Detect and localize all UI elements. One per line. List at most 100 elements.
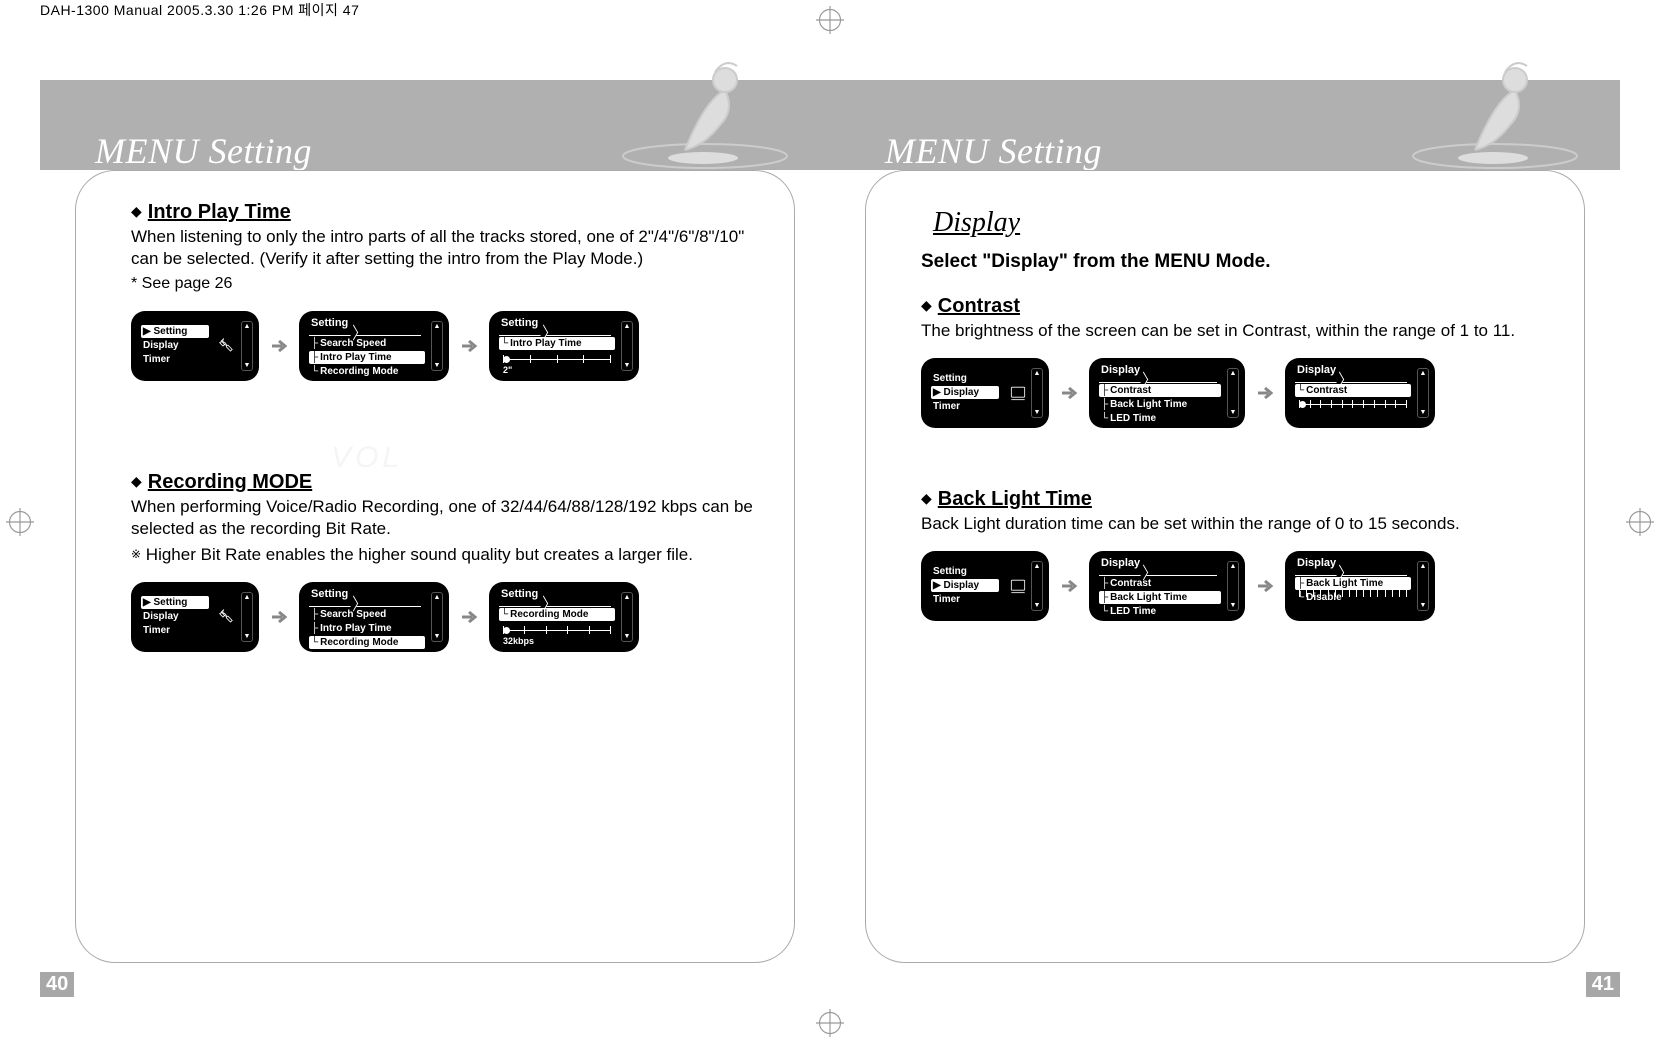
scrollbar: ▲▼ [241, 592, 253, 642]
mascot-illustration [615, 58, 795, 173]
scrollbar: ▲▼ [1227, 561, 1239, 611]
mascot-illustration [1405, 58, 1585, 173]
section-intro-play-time: ◆ Intro Play Time When listening to only… [131, 201, 754, 381]
menu-item: Timer [933, 594, 960, 605]
screen-tab: Display [1295, 557, 1340, 570]
vol-watermark: VOL [331, 441, 403, 475]
section-backlight-time: ◆ Back Light Time Back Light duration ti… [921, 488, 1544, 621]
content-panel: Display Select "Display" from the MENU M… [865, 170, 1585, 963]
page-number: 41 [1586, 972, 1620, 997]
section-recording-mode: ◆ Recording MODE When performing Voice/R… [131, 471, 754, 652]
screen-row-contrast: Setting ▶ Display Timer ▲▼ Displa [921, 358, 1544, 428]
arrow-right-icon [1255, 383, 1275, 403]
diamond-bullet-icon: ◆ [131, 203, 142, 220]
screen-tab: Display [1099, 557, 1144, 570]
page-left: MENU Setting ◆ Intro Play Time When list… [40, 40, 830, 1003]
scrollbar: ▲▼ [621, 321, 633, 371]
scrollbar: ▲▼ [431, 321, 443, 371]
menu-item: Back Light Time [1110, 592, 1187, 603]
scrollbar: ▲▼ [1031, 368, 1043, 418]
arrow-right-icon [1059, 383, 1079, 403]
subsection-title: Display [933, 207, 1544, 239]
wrench-icon [215, 326, 241, 366]
page-spread: MENU Setting ◆ Intro Play Time When list… [40, 40, 1620, 1003]
screen-tab: Setting [309, 588, 352, 601]
section-title: Intro Play Time [148, 201, 291, 224]
menu-item: Search Speed [320, 609, 386, 620]
note-marker-icon: ※ [131, 547, 141, 561]
arrow-right-icon [459, 336, 479, 356]
scrollbar: ▲▼ [1031, 561, 1043, 611]
section-body: When listening to only the intro parts o… [131, 226, 754, 270]
scrollbar: ▲▼ [431, 592, 443, 642]
section-body: When performing Voice/Radio Recording, o… [131, 496, 754, 540]
crop-mark-right [1620, 502, 1660, 542]
menu-item: Setting [933, 566, 967, 577]
menu-item: Display [143, 611, 179, 622]
instruction-text: Select "Display" from the MENU Mode. [921, 251, 1544, 273]
section-tip: ※ Higher Bit Rate enables the higher sou… [131, 544, 754, 566]
scrollbar: ▲▼ [241, 321, 253, 371]
menu-item: Search Speed [320, 338, 386, 349]
menu-item: Display [143, 340, 179, 351]
diamond-bullet-icon: ◆ [921, 297, 932, 314]
menu-item: Contrast [1110, 578, 1151, 589]
scrollbar: ▲▼ [1417, 561, 1429, 611]
device-screen: Setting Search Speed Intro Play Time Rec… [299, 582, 449, 652]
page-title: MENU Setting [95, 130, 312, 172]
menu-item: ▶ Setting [143, 597, 187, 608]
crop-mark-top [810, 0, 850, 40]
scrollbar: ▲▼ [1417, 368, 1429, 418]
menu-item: Timer [933, 401, 960, 412]
device-screen: Display Back Light Time Disable ▲▼ [1285, 551, 1435, 621]
menu-item: LED Time [1110, 413, 1156, 424]
menu-item: Recording Mode [320, 637, 398, 648]
screen-tab: Display [1099, 364, 1144, 377]
diamond-bullet-icon: ◆ [921, 490, 932, 507]
menu-item: ▶ Setting [143, 326, 187, 337]
menu-item: Back Light Time [1306, 578, 1383, 589]
menu-item: Timer [143, 354, 170, 365]
crop-mark-bottom [810, 1003, 850, 1043]
device-screen: Display Contrast Back Light Time LED Tim… [1089, 358, 1245, 428]
device-screen: Setting Recording Mode 32kbps ▲▼ [489, 582, 639, 652]
device-screen: Display Contrast Back Light Time LED Tim… [1089, 551, 1245, 621]
screen-row-backlight: Setting ▶ Display Timer ▲▼ Displa [921, 551, 1544, 621]
crop-mark-left [0, 502, 40, 542]
section-title: Recording MODE [148, 471, 312, 494]
screen-tab: Setting [499, 588, 542, 601]
section-contrast: ◆ Contrast The brightness of the screen … [921, 295, 1544, 428]
slider-value: 32kbps [503, 636, 534, 646]
diamond-bullet-icon: ◆ [131, 473, 142, 490]
device-screen: ▶ Setting Display Timer ▲▼ [131, 582, 259, 652]
section-note: * See page 26 [131, 274, 754, 295]
screen-tab: Setting [499, 317, 542, 330]
menu-item: LED Time [1110, 606, 1156, 617]
device-screen: Setting ▶ Display Timer ▲▼ [921, 358, 1049, 428]
arrow-right-icon [269, 607, 289, 627]
section-title: Contrast [938, 295, 1020, 318]
slider-value: 2" [503, 365, 512, 375]
content-panel: ◆ Intro Play Time When listening to only… [75, 170, 795, 963]
display-icon [1005, 566, 1031, 606]
section-title: Back Light Time [938, 488, 1092, 511]
scrollbar: ▲▼ [1227, 368, 1239, 418]
menu-item: Intro Play Time [510, 338, 582, 349]
screen-tab: Display [1295, 364, 1340, 377]
device-screen: ▶ Setting Display Timer ▲▼ [131, 311, 259, 381]
device-screen: Setting Intro Play Time 2" ▲▼ [489, 311, 639, 381]
menu-item: Contrast [1110, 385, 1151, 396]
menu-item: Setting [933, 373, 967, 384]
document-header: DAH-1300 Manual 2005.3.30 1:26 PM 페이지 47 [40, 0, 359, 20]
arrow-right-icon [269, 336, 289, 356]
menu-item: Recording Mode [510, 609, 588, 620]
scrollbar: ▲▼ [621, 592, 633, 642]
menu-item: ▶ Display [933, 580, 979, 591]
screen-row-recmode: ▶ Setting Display Timer ▲▼ Settin [131, 582, 754, 652]
menu-item: Recording Mode [320, 366, 398, 377]
menu-item: ▶ Display [933, 387, 979, 398]
page-number: 40 [40, 972, 74, 997]
menu-item: Contrast [1306, 385, 1347, 396]
menu-item: Intro Play Time [320, 352, 392, 363]
menu-item: Back Light Time [1110, 399, 1187, 410]
